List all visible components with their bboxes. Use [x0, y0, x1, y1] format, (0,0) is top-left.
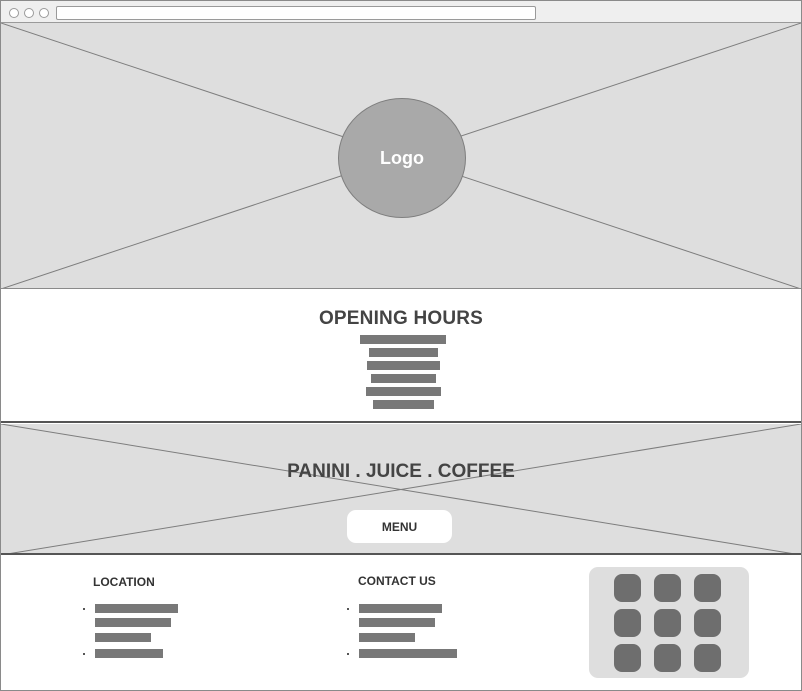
window-maximize-dot[interactable]	[39, 8, 49, 18]
footer: LOCATION CONTACT US	[1, 557, 801, 690]
location-title: LOCATION	[93, 575, 155, 589]
location-text-line	[95, 633, 151, 642]
hours-text-line	[373, 400, 434, 409]
address-bar[interactable]	[56, 6, 536, 20]
social-icon[interactable]	[654, 574, 681, 602]
opening-hours-section: OPENING HOURS	[1, 290, 801, 423]
hours-text-line	[369, 348, 438, 357]
list-bullet	[347, 608, 349, 610]
location-text-line	[95, 649, 163, 658]
hero-image-placeholder: Logo	[1, 23, 801, 289]
window-minimize-dot[interactable]	[24, 8, 34, 18]
hours-text-line	[367, 361, 440, 370]
menu-button[interactable]: MENU	[347, 510, 452, 543]
location-text-line	[95, 604, 178, 613]
browser-toolbar	[1, 1, 801, 23]
hours-text-line	[366, 387, 441, 396]
list-bullet	[347, 653, 349, 655]
contact-text-line	[359, 649, 457, 658]
contact-text-line	[359, 618, 435, 627]
list-bullet	[83, 608, 85, 610]
hours-text-line	[371, 374, 436, 383]
browser-window: Logo OPENING HOURS PANINI . JUICE . COFF…	[0, 0, 802, 691]
social-icon[interactable]	[694, 574, 721, 602]
social-icons-panel	[589, 567, 749, 678]
banner-tagline: PANINI . JUICE . COFFEE	[287, 461, 515, 482]
contact-title: CONTACT US	[358, 574, 436, 588]
hours-text-line	[360, 335, 446, 344]
social-icon[interactable]	[694, 644, 721, 672]
opening-hours-title: OPENING HOURS	[318, 308, 484, 329]
contact-text-line	[359, 633, 415, 642]
location-text-line	[95, 618, 171, 627]
window-close-dot[interactable]	[9, 8, 19, 18]
social-icon[interactable]	[614, 574, 641, 602]
logo[interactable]: Logo	[338, 98, 466, 218]
social-icon[interactable]	[654, 609, 681, 637]
contact-text-line	[359, 604, 442, 613]
social-icon[interactable]	[614, 609, 641, 637]
list-bullet	[83, 653, 85, 655]
social-icon[interactable]	[694, 609, 721, 637]
banner-image-placeholder: PANINI . JUICE . COFFEE MENU	[1, 424, 801, 555]
social-icon[interactable]	[614, 644, 641, 672]
social-icon[interactable]	[654, 644, 681, 672]
